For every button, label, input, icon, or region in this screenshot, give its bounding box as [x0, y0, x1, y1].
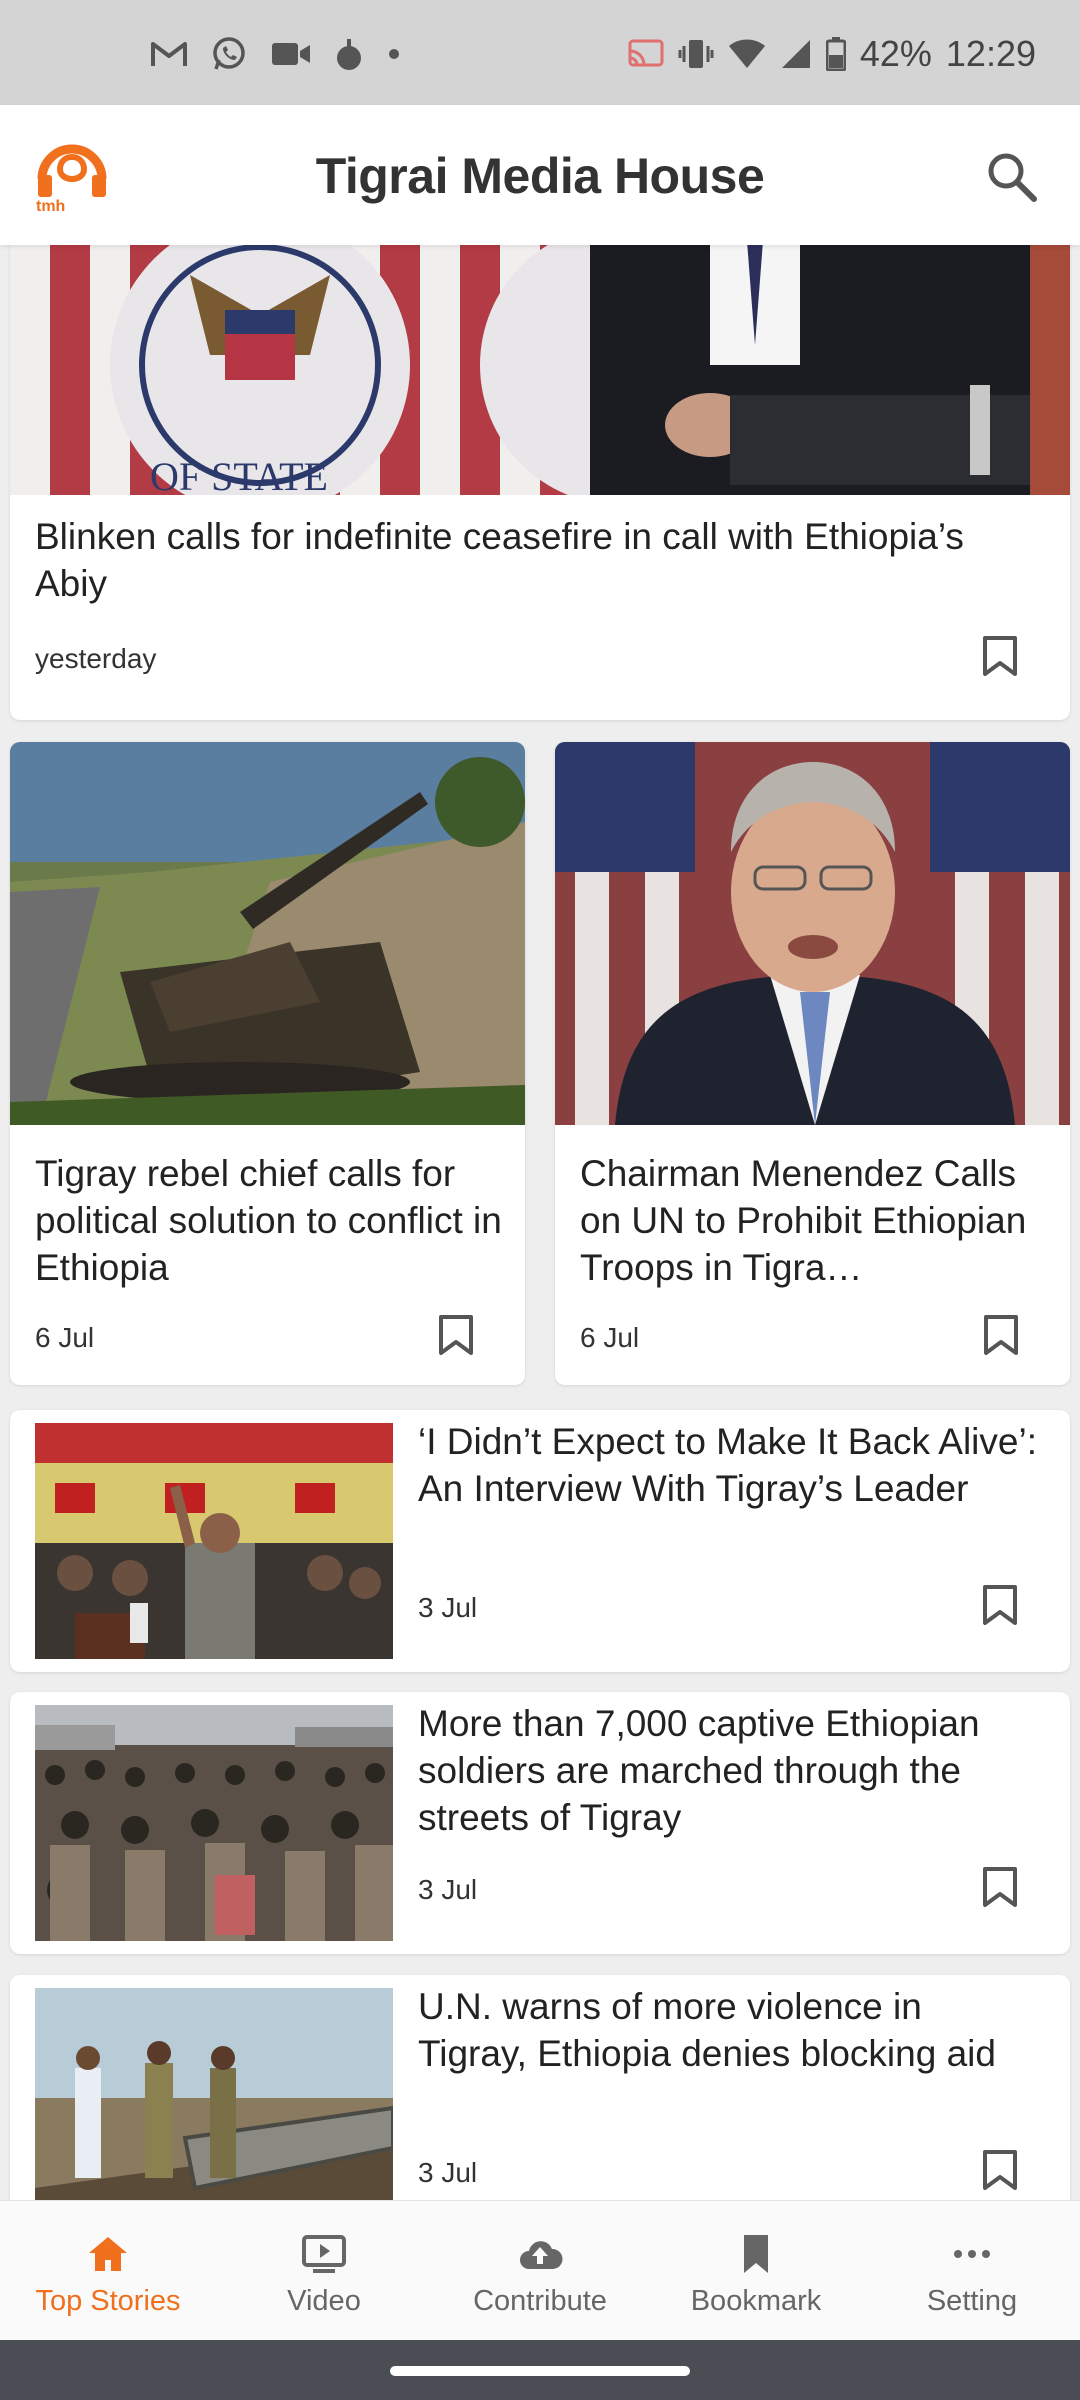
article-image — [35, 1988, 393, 2200]
system-status: 42% 12:29 — [628, 30, 1036, 78]
whatsapp-icon — [213, 37, 245, 70]
news-feed[interactable]: OF STATE Blinken calls for indefinite ce… — [0, 245, 1080, 2200]
cast-icon — [628, 39, 664, 67]
gmail-icon — [151, 42, 187, 66]
article-title: More than 7,000 captive Ethiopian soldie… — [418, 1703, 980, 1838]
nav-label: Bookmark — [690, 2285, 822, 2317]
article-title: Tigray rebel chief calls for political s… — [35, 1153, 502, 1288]
app-notification-icon — [337, 39, 361, 70]
bookmark-icon[interactable] — [983, 1314, 1019, 1356]
battery-icon — [825, 37, 846, 71]
nav-label: Setting — [926, 2285, 1018, 2317]
article-date: 3 Jul — [418, 1874, 478, 1905]
vibrate-icon — [678, 40, 714, 68]
article-card[interactable]: More than 7,000 captive Ethiopian soldie… — [10, 1692, 1070, 1954]
app-bar: tmh Tigrai Media House — [0, 105, 1080, 245]
nav-video[interactable]: Video — [216, 2201, 432, 2341]
article-card[interactable]: ‘I Didn’t Expect to Make It Back Alive’:… — [10, 1410, 1070, 1672]
bookmark-icon[interactable] — [982, 1584, 1018, 1626]
article-image — [10, 742, 525, 1125]
article-date: 6 Jul — [580, 1322, 640, 1353]
wifi-icon — [728, 39, 765, 68]
article-title: Blinken calls for indefinite ceasefire i… — [35, 516, 964, 604]
video-icon — [302, 2235, 346, 2273]
article-date: 6 Jul — [35, 1322, 95, 1353]
battery-percentage: 42% — [859, 33, 932, 74]
bookmark-icon[interactable] — [982, 1866, 1018, 1908]
nav-bookmark[interactable]: Bookmark — [648, 2201, 864, 2341]
video-camera-icon — [272, 43, 310, 65]
app-title: Tigrai Media House — [315, 148, 765, 204]
more-icon — [954, 2250, 990, 2258]
more-notifications-dot-icon — [389, 49, 399, 59]
status-bar: 42% 12:29 — [0, 0, 1080, 105]
nav-label: Video — [287, 2285, 361, 2317]
article-card[interactable]: OF STATE Blinken calls for indefinite ce… — [10, 245, 1070, 720]
article-image — [35, 1423, 393, 1659]
nav-label: Contribute — [473, 2285, 607, 2317]
cellular-signal-icon — [781, 40, 810, 68]
home-gesture-handle[interactable] — [390, 2366, 690, 2376]
bookmark-icon[interactable] — [982, 2149, 1018, 2191]
gesture-navigation-bar — [0, 2340, 1080, 2400]
article-image: OF STATE — [10, 245, 1070, 495]
article-title: Chairman Menendez Calls on UN to Prohibi… — [580, 1153, 1027, 1288]
bookmark-icon[interactable] — [982, 635, 1018, 677]
bookmark-icon[interactable] — [438, 1314, 474, 1356]
article-card[interactable]: Tigray rebel chief calls for political s… — [10, 742, 525, 1385]
notification-icons — [150, 30, 402, 78]
article-title: ‘I Didn’t Expect to Make It Back Alive’:… — [418, 1421, 1037, 1509]
article-card[interactable]: U.N. warns of more violence in Tigray, E… — [10, 1975, 1070, 2200]
nav-contribute[interactable]: Contribute — [432, 2201, 648, 2341]
bookmark-icon — [744, 2235, 768, 2273]
article-date: 3 Jul — [418, 2157, 478, 2188]
bottom-navigation: Top Stories Video Contribute Bookmark Se… — [0, 2200, 1080, 2341]
nav-label: Top Stories — [35, 2285, 181, 2317]
svg-text:OF STATE: OF STATE — [150, 454, 328, 495]
article-image — [35, 1705, 393, 1941]
article-date: yesterday — [35, 643, 157, 674]
article-date: 3 Jul — [418, 1592, 478, 1623]
article-image — [555, 742, 1070, 1125]
clock: 12:29 — [945, 33, 1036, 74]
article-card[interactable]: Chairman Menendez Calls on UN to Prohibi… — [555, 742, 1070, 1385]
search-icon[interactable] — [984, 149, 1040, 205]
nav-setting[interactable]: Setting — [864, 2201, 1080, 2341]
upload-cloud-icon — [520, 2241, 563, 2269]
nav-top-stories[interactable]: Top Stories — [0, 2201, 216, 2341]
article-title: U.N. warns of more violence in Tigray, E… — [418, 1986, 996, 2074]
home-icon — [89, 2237, 127, 2271]
